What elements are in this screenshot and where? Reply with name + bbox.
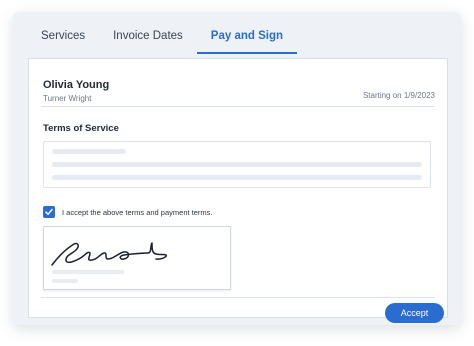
terms-text-line [52, 149, 126, 154]
footer-divider [41, 297, 435, 298]
terms-text-line [52, 162, 422, 167]
tab-invoice-dates[interactable]: Invoice Dates [99, 16, 197, 54]
terms-title: Terms of Service [43, 123, 119, 134]
signature-line [52, 279, 78, 283]
tab-bar: Services Invoice Dates Pay and Sign [13, 12, 461, 54]
accept-terms-checkbox[interactable] [43, 206, 55, 218]
signature-pad[interactable] [43, 226, 231, 290]
accept-button[interactable]: Accept [385, 303, 444, 323]
client-company: Turner Wright [43, 94, 92, 103]
accept-terms-label: I accept the above terms and payment ter… [62, 208, 213, 217]
terms-text-box[interactable] [43, 141, 431, 188]
start-date: Starting on 1/9/2023 [362, 91, 435, 100]
client-name: Olivia Young [43, 79, 110, 91]
terms-text-line [52, 175, 422, 180]
pay-and-sign-window: Services Invoice Dates Pay and Sign Oliv… [13, 12, 461, 325]
signature-line [52, 270, 124, 274]
sign-card: Olivia Young Turner Wright Starting on 1… [28, 58, 448, 323]
tab-services[interactable]: Services [13, 16, 99, 54]
header-divider [41, 106, 435, 107]
tab-pay-and-sign[interactable]: Pay and Sign [196, 16, 298, 54]
checkmark-icon [45, 208, 53, 215]
